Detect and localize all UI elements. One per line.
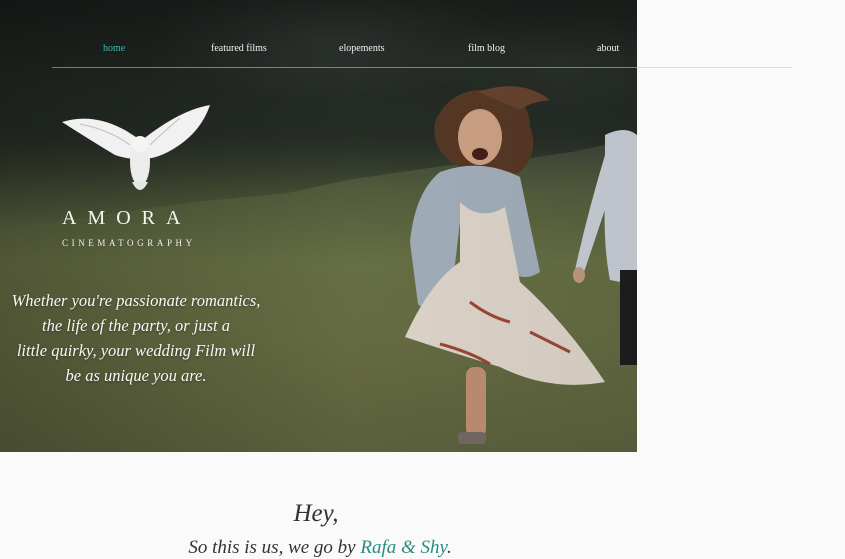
brand-name: AMORA — [62, 207, 192, 229]
intro-greeting: Hey, — [293, 500, 339, 527]
tagline-line: the life of the party, or just a — [42, 316, 230, 335]
nav-divider — [52, 67, 792, 68]
nav-item-film-blog[interactable]: film blog — [468, 43, 505, 54]
owl-icon — [62, 105, 210, 190]
intro-line-prefix: So this is us, we go by — [188, 537, 361, 558]
main-nav: home featured films elopements film blog… — [0, 0, 845, 68]
intro-line: So this is us, we go by Rafa & Shy. — [0, 537, 640, 559]
nav-item-home[interactable]: home — [103, 43, 125, 54]
nav-item-about[interactable]: about — [597, 43, 619, 54]
tagline-line: Whether you're passionate romantics, — [11, 291, 261, 310]
nav-item-featured-films[interactable]: featured films — [211, 43, 267, 54]
tagline-line: little quirky, your wedding Film will — [16, 341, 256, 360]
intro-line-suffix: . — [446, 537, 452, 558]
hero-tagline: Whether you're passionate romantics, the… — [0, 288, 272, 388]
nav-item-elopements[interactable]: elopements — [339, 43, 385, 54]
intro-names: Rafa & Shy — [360, 537, 447, 558]
tagline-line: be as unique you are. — [65, 366, 207, 385]
brand-subtitle: CINEMATOGRAPHY — [62, 238, 196, 248]
